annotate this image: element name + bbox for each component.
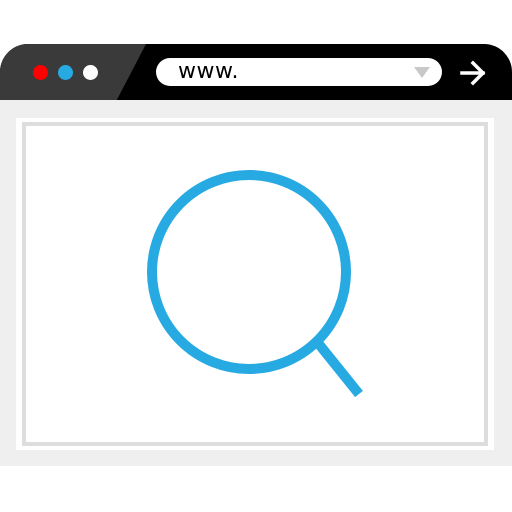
go-button[interactable] [456,58,490,88]
magnifying-glass-icon [147,170,363,398]
close-button[interactable] [33,65,48,80]
address-text: www. [178,59,239,84]
address-bar[interactable]: www. [156,58,442,86]
browser-window: www. [0,44,512,466]
title-bar: www. [0,44,512,100]
maximize-button[interactable] [83,65,98,80]
minimize-button[interactable] [58,65,73,80]
arrow-right-icon [460,60,486,86]
triangle-down-icon[interactable] [414,67,430,78]
content-frame [0,100,512,466]
window-controls-area [0,44,146,100]
page-content [16,118,494,450]
